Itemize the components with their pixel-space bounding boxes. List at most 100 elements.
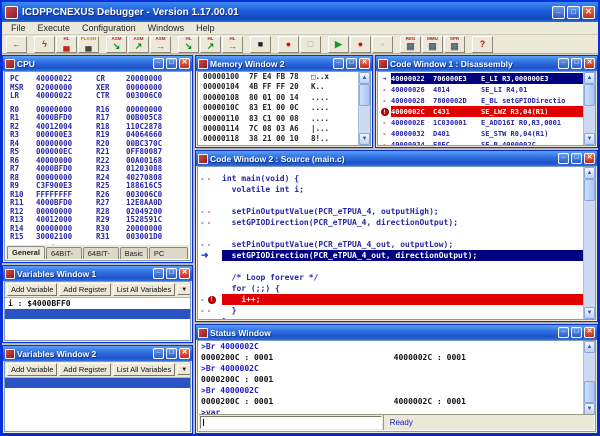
register-value[interactable]: 003006C0 (126, 92, 186, 101)
hl-step-out-icon[interactable]: HL→ (222, 36, 243, 53)
disasm-row[interactable]: !4000002CC431SE_LWZ R3,04(R1) (378, 106, 583, 117)
disasm-maximize-button[interactable] (571, 58, 582, 69)
cpu-window-title-bar[interactable]: CPU (3, 56, 192, 71)
minimize-button[interactable] (552, 6, 565, 19)
stop-icon[interactable]: ■ (250, 36, 271, 53)
spr-window-icon[interactable]: SPR▦ (444, 36, 465, 53)
asm-step-out-icon[interactable]: ASM→ (150, 36, 171, 53)
variable-row[interactable]: i : $4000BFF0 (5, 298, 190, 309)
scroll-down-icon[interactable] (359, 133, 370, 145)
source-line[interactable]: --int main(void) { (198, 173, 583, 184)
go-disabled-icon[interactable]: ▫ (372, 36, 393, 53)
list-all-variables-button[interactable]: List All Variables (113, 283, 175, 296)
help-icon[interactable]: ? (472, 36, 493, 53)
reg-window-icon[interactable]: REG▦ (400, 36, 421, 53)
memory-maximize-button[interactable] (346, 58, 357, 69)
asm-step-over-icon[interactable]: ASM↗ (128, 36, 149, 53)
menu-item-help[interactable]: Help (191, 23, 220, 33)
hl-program-icon[interactable]: HL▄ (56, 36, 77, 53)
status-close-button[interactable] (584, 327, 595, 338)
source-line[interactable]: -- setGPIODirection(PCR_eTPUA_4, directi… (198, 217, 583, 228)
set-breakpoint-icon[interactable]: ● (278, 36, 299, 53)
disasm-close-button[interactable] (584, 58, 595, 69)
source-minimize-button[interactable] (558, 153, 569, 164)
main-title-bar[interactable]: ICDPPCNEXUS Debugger - Version 1.17.00.0… (2, 2, 598, 22)
source-line[interactable]: -! i++; (198, 294, 583, 305)
menu-item-execute[interactable]: Execute (33, 23, 76, 33)
vars1-selected-row[interactable] (5, 309, 190, 319)
memory-close-button[interactable] (359, 58, 370, 69)
register-value[interactable]: 40000022 (36, 92, 96, 101)
source-close-button[interactable] (584, 153, 595, 164)
maximize-button[interactable] (567, 6, 580, 19)
scroll-down-icon[interactable] (584, 133, 595, 145)
source-line[interactable]: -- setPinOutputValue(PCR_eTPUA_4_out, ou… (198, 239, 583, 250)
vars2-close-button[interactable] (179, 348, 190, 359)
source-title-bar[interactable]: Code Window 2 : Source (main.c) (196, 151, 597, 166)
source-maximize-button[interactable] (571, 153, 582, 164)
scroll-up-icon[interactable] (584, 341, 595, 353)
close-button[interactable] (582, 6, 595, 19)
hl-step-into-icon[interactable]: HL↘ (178, 36, 199, 53)
cpu-tab-64bit-1[interactable]: 64BIT-1 (46, 247, 82, 259)
add-register-button[interactable]: Add Register (59, 363, 110, 376)
menu-item-windows[interactable]: Windows (143, 23, 190, 33)
status-title-bar[interactable]: Status Window (196, 325, 597, 340)
vars2-maximize-button[interactable] (166, 348, 177, 359)
go-to-breakpoint-icon[interactable]: ● (350, 36, 371, 53)
disasm-row[interactable]: -400000264814SE_LI R4,01 (378, 84, 583, 95)
source-line[interactable]: for (;;) { (198, 283, 583, 294)
menu-item-configuration[interactable]: Configuration (77, 23, 141, 33)
scroll-down-icon[interactable] (584, 307, 595, 319)
mmu-window-icon[interactable]: MMU▦ (422, 36, 443, 53)
disasm-row[interactable]: -40000034E8FCSE_B 4000002C (378, 139, 583, 146)
cpu-tab-pc-fifo[interactable]: PC FIFO (149, 247, 188, 259)
source-line[interactable]: -- setPinOutputValue(PCR_eTPUA_4, output… (198, 206, 583, 217)
cpu-minimize-button[interactable] (153, 58, 164, 69)
scroll-up-icon[interactable] (584, 167, 595, 179)
command-input[interactable] (200, 416, 382, 429)
source-line[interactable]: } (198, 316, 583, 320)
status-minimize-button[interactable] (558, 327, 569, 338)
reset-lightning-icon[interactable]: ϟ (34, 36, 55, 53)
vars1-title-bar[interactable]: Variables Window 1 (3, 266, 192, 281)
scroll-up-icon[interactable] (359, 72, 370, 84)
cpu-tab-general[interactable]: General (7, 246, 45, 259)
disasm-title-bar[interactable]: Code Window 1 : Disassembly (376, 56, 597, 71)
hl-step-over-icon[interactable]: HL↗ (200, 36, 221, 53)
vars1-minimize-button[interactable] (153, 268, 164, 279)
cpu-maximize-button[interactable] (166, 58, 177, 69)
source-line[interactable] (198, 228, 583, 239)
cpu-tab-64bit-2[interactable]: 64BIT-2 (83, 247, 119, 259)
vars2-minimize-button[interactable] (153, 348, 164, 359)
asm-step-into-icon[interactable]: ASM↘ (106, 36, 127, 53)
list-all-variables-button[interactable]: List All Variables (113, 363, 175, 376)
back-icon[interactable]: ← (6, 36, 27, 53)
scroll-thumb[interactable] (584, 381, 595, 403)
variables-dropdown-icon[interactable]: ▼ (177, 365, 191, 375)
vars2-title-bar[interactable]: Variables Window 2 (3, 346, 192, 361)
memory-vscrollbar[interactable] (358, 72, 370, 145)
disasm-row[interactable]: -40000032D401SE_STW R0,04(R1) (378, 128, 583, 139)
flash-program-icon[interactable]: FLASH▄ (78, 36, 99, 53)
disasm-row[interactable]: ➜40000022706000E3E_LI R3,000000E3 (378, 73, 583, 84)
status-vscrollbar[interactable] (583, 341, 595, 415)
disasm-vscrollbar[interactable] (583, 72, 595, 145)
memory-minimize-button[interactable] (333, 58, 344, 69)
disasm-row[interactable]: -4000002E1C030001E_ADD16I R0,R3,0001 (378, 117, 583, 128)
add-register-button[interactable]: Add Register (59, 283, 110, 296)
source-line[interactable]: -- } (198, 305, 583, 316)
clear-breakpoint-icon[interactable]: □ (300, 36, 321, 53)
menu-item-file[interactable]: File (6, 23, 31, 33)
vars1-close-button[interactable] (179, 268, 190, 279)
source-line[interactable]: volatile int i; (198, 184, 583, 195)
disasm-minimize-button[interactable] (558, 58, 569, 69)
scroll-thumb[interactable] (359, 84, 370, 106)
source-line[interactable]: ➜ setGPIODirection(PCR_eTPUA_4_out, dire… (198, 250, 583, 261)
vars2-selected-row[interactable] (5, 378, 190, 388)
status-maximize-button[interactable] (571, 327, 582, 338)
go-icon[interactable]: ▶ (328, 36, 349, 53)
source-line[interactable]: /* Loop forever */ (198, 272, 583, 283)
memory-title-bar[interactable]: Memory Window 2 (196, 56, 372, 71)
cpu-tab-basic[interactable]: Basic (120, 247, 148, 259)
